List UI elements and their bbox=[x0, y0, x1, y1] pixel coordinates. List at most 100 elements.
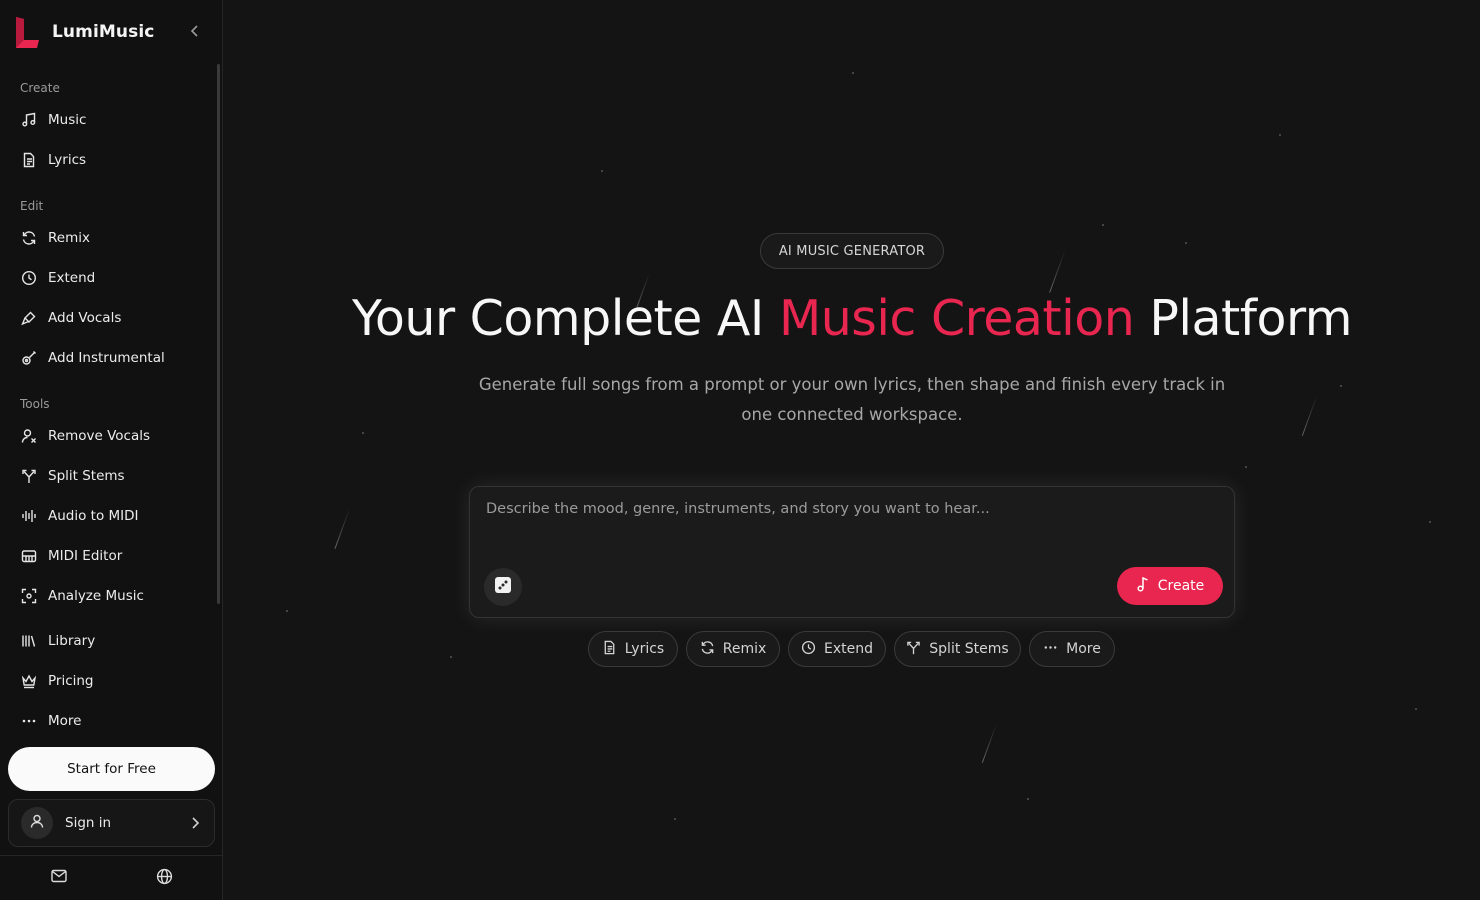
section-label-edit: Edit bbox=[20, 199, 44, 213]
chip-extend[interactable]: Extend bbox=[788, 631, 886, 667]
main-content: AI MUSIC GENERATOR Your Complete AI Musi… bbox=[224, 0, 1480, 900]
document-icon bbox=[602, 640, 617, 659]
sidebar-item-remove-vocals[interactable]: Remove Vocals bbox=[8, 418, 208, 454]
crown-icon bbox=[20, 673, 37, 690]
meteor-streak bbox=[1301, 396, 1318, 436]
chip-label: Remix bbox=[722, 641, 767, 657]
chip-label: More bbox=[1066, 641, 1101, 657]
music-note-icon bbox=[20, 112, 37, 129]
scan-icon bbox=[20, 588, 37, 605]
page-title: Your Complete AI Music Creation Platform bbox=[224, 290, 1480, 347]
sidebar-item-more[interactable]: More bbox=[8, 703, 208, 739]
start-for-free-button[interactable]: Start for Free bbox=[8, 747, 215, 791]
sidebar-item-music[interactable]: Music bbox=[8, 102, 208, 138]
meteor-streak bbox=[334, 507, 351, 549]
meteor-streak bbox=[1049, 249, 1066, 293]
star-decoration bbox=[286, 610, 288, 612]
star-decoration bbox=[852, 72, 854, 74]
star-decoration bbox=[1279, 134, 1281, 136]
microphone-icon bbox=[20, 310, 37, 327]
sidebar-item-label: Pricing bbox=[48, 673, 94, 689]
clock-icon bbox=[20, 270, 37, 287]
lumimusic-logo-icon bbox=[16, 16, 39, 48]
chevron-right-icon bbox=[190, 815, 200, 834]
sidebar-item-label: Library bbox=[48, 633, 96, 649]
refresh-icon bbox=[700, 640, 715, 659]
sidebar-item-add-vocals[interactable]: Add Vocals bbox=[8, 300, 208, 336]
sidebar-item-label: Extend bbox=[48, 270, 96, 286]
user-icon bbox=[29, 813, 45, 833]
chip-lyrics[interactable]: Lyrics bbox=[588, 631, 678, 667]
star-decoration bbox=[1102, 224, 1104, 226]
guitar-icon bbox=[20, 350, 37, 367]
prompt-input[interactable] bbox=[486, 501, 1216, 545]
create-button-label: Create bbox=[1157, 578, 1205, 594]
star-decoration bbox=[1027, 798, 1029, 800]
sidebar-item-pricing[interactable]: Pricing bbox=[8, 663, 208, 699]
chip-label: Lyrics bbox=[624, 641, 665, 657]
eyebrow-badge: AI MUSIC GENERATOR bbox=[760, 233, 944, 269]
sidebar-item-add-instrumental[interactable]: Add Instrumental bbox=[8, 340, 208, 376]
sidebar-item-label: More bbox=[48, 713, 82, 729]
waveform-icon bbox=[20, 508, 37, 525]
sidebar-item-label: Remove Vocals bbox=[48, 428, 151, 444]
library-icon bbox=[20, 633, 37, 650]
star-decoration bbox=[601, 170, 603, 172]
sidebar-item-label: Music bbox=[48, 112, 87, 128]
sidebar-item-split-stems[interactable]: Split Stems bbox=[8, 458, 208, 494]
brand[interactable]: LumiMusic bbox=[16, 16, 154, 48]
globe-icon[interactable] bbox=[155, 867, 173, 885]
random-prompt-button[interactable] bbox=[484, 568, 522, 606]
sidebar-item-library[interactable]: Library bbox=[8, 623, 208, 659]
collapse-sidebar-button[interactable] bbox=[186, 22, 204, 40]
document-icon bbox=[20, 152, 37, 169]
headline-start: Your Complete AI bbox=[352, 290, 779, 347]
hero-subtitle: Generate full songs from a prompt or you… bbox=[478, 375, 1226, 424]
chevron-left-icon bbox=[190, 22, 200, 41]
sidebar-item-analyze-music[interactable]: Analyze Music bbox=[8, 578, 208, 614]
dice-icon bbox=[494, 576, 512, 598]
sign-in-label: Sign in bbox=[65, 815, 112, 831]
sidebar-item-label: Audio to MIDI bbox=[48, 508, 139, 524]
section-label-create: Create bbox=[20, 81, 60, 95]
sign-in-button[interactable]: Sign in bbox=[8, 799, 215, 847]
sidebar-item-label: Remix bbox=[48, 230, 90, 246]
user-remove-icon bbox=[20, 428, 37, 445]
sidebar-item-audio-to-midi[interactable]: Audio to MIDI bbox=[8, 498, 208, 534]
star-decoration bbox=[1245, 466, 1247, 468]
split-icon bbox=[906, 640, 921, 659]
sidebar-item-label: Add Instrumental bbox=[48, 350, 165, 366]
split-icon bbox=[20, 468, 37, 485]
ellipsis-icon bbox=[1043, 640, 1058, 659]
sidebar-item-label: MIDI Editor bbox=[48, 548, 123, 564]
star-decoration bbox=[1415, 708, 1417, 710]
star-decoration bbox=[1340, 385, 1342, 387]
avatar bbox=[21, 807, 53, 839]
piano-icon bbox=[20, 548, 37, 565]
star-decoration bbox=[450, 656, 452, 658]
chip-label: Extend bbox=[824, 641, 873, 657]
create-button[interactable]: Create bbox=[1117, 567, 1223, 605]
sidebar-item-label: Split Stems bbox=[48, 468, 125, 484]
headline-accent: Music Creation bbox=[778, 290, 1135, 347]
chip-remix[interactable]: Remix bbox=[686, 631, 780, 667]
sidebar-item-label: Add Vocals bbox=[48, 310, 122, 326]
chip-split-stems[interactable]: Split Stems bbox=[894, 631, 1021, 667]
star-decoration bbox=[362, 432, 364, 434]
star-decoration bbox=[1185, 242, 1187, 244]
sidebar-scrollbar[interactable] bbox=[217, 64, 220, 604]
sidebar-item-label: Lyrics bbox=[48, 152, 87, 168]
mail-icon[interactable] bbox=[50, 867, 68, 885]
clock-icon bbox=[801, 640, 816, 659]
sidebar-item-midi-editor[interactable]: MIDI Editor bbox=[8, 538, 208, 574]
prompt-card: Create bbox=[469, 486, 1235, 618]
refresh-icon bbox=[20, 230, 37, 247]
sidebar-footer-divider bbox=[0, 855, 223, 856]
music-note-icon bbox=[1136, 576, 1150, 596]
sidebar-item-lyrics[interactable]: Lyrics bbox=[8, 142, 208, 178]
ellipsis-icon bbox=[20, 713, 37, 730]
sidebar: LumiMusic Create Music Lyrics Edit Remix… bbox=[0, 0, 223, 900]
chip-more[interactable]: More bbox=[1029, 631, 1115, 667]
sidebar-item-extend[interactable]: Extend bbox=[8, 260, 208, 296]
sidebar-item-remix[interactable]: Remix bbox=[8, 220, 208, 256]
